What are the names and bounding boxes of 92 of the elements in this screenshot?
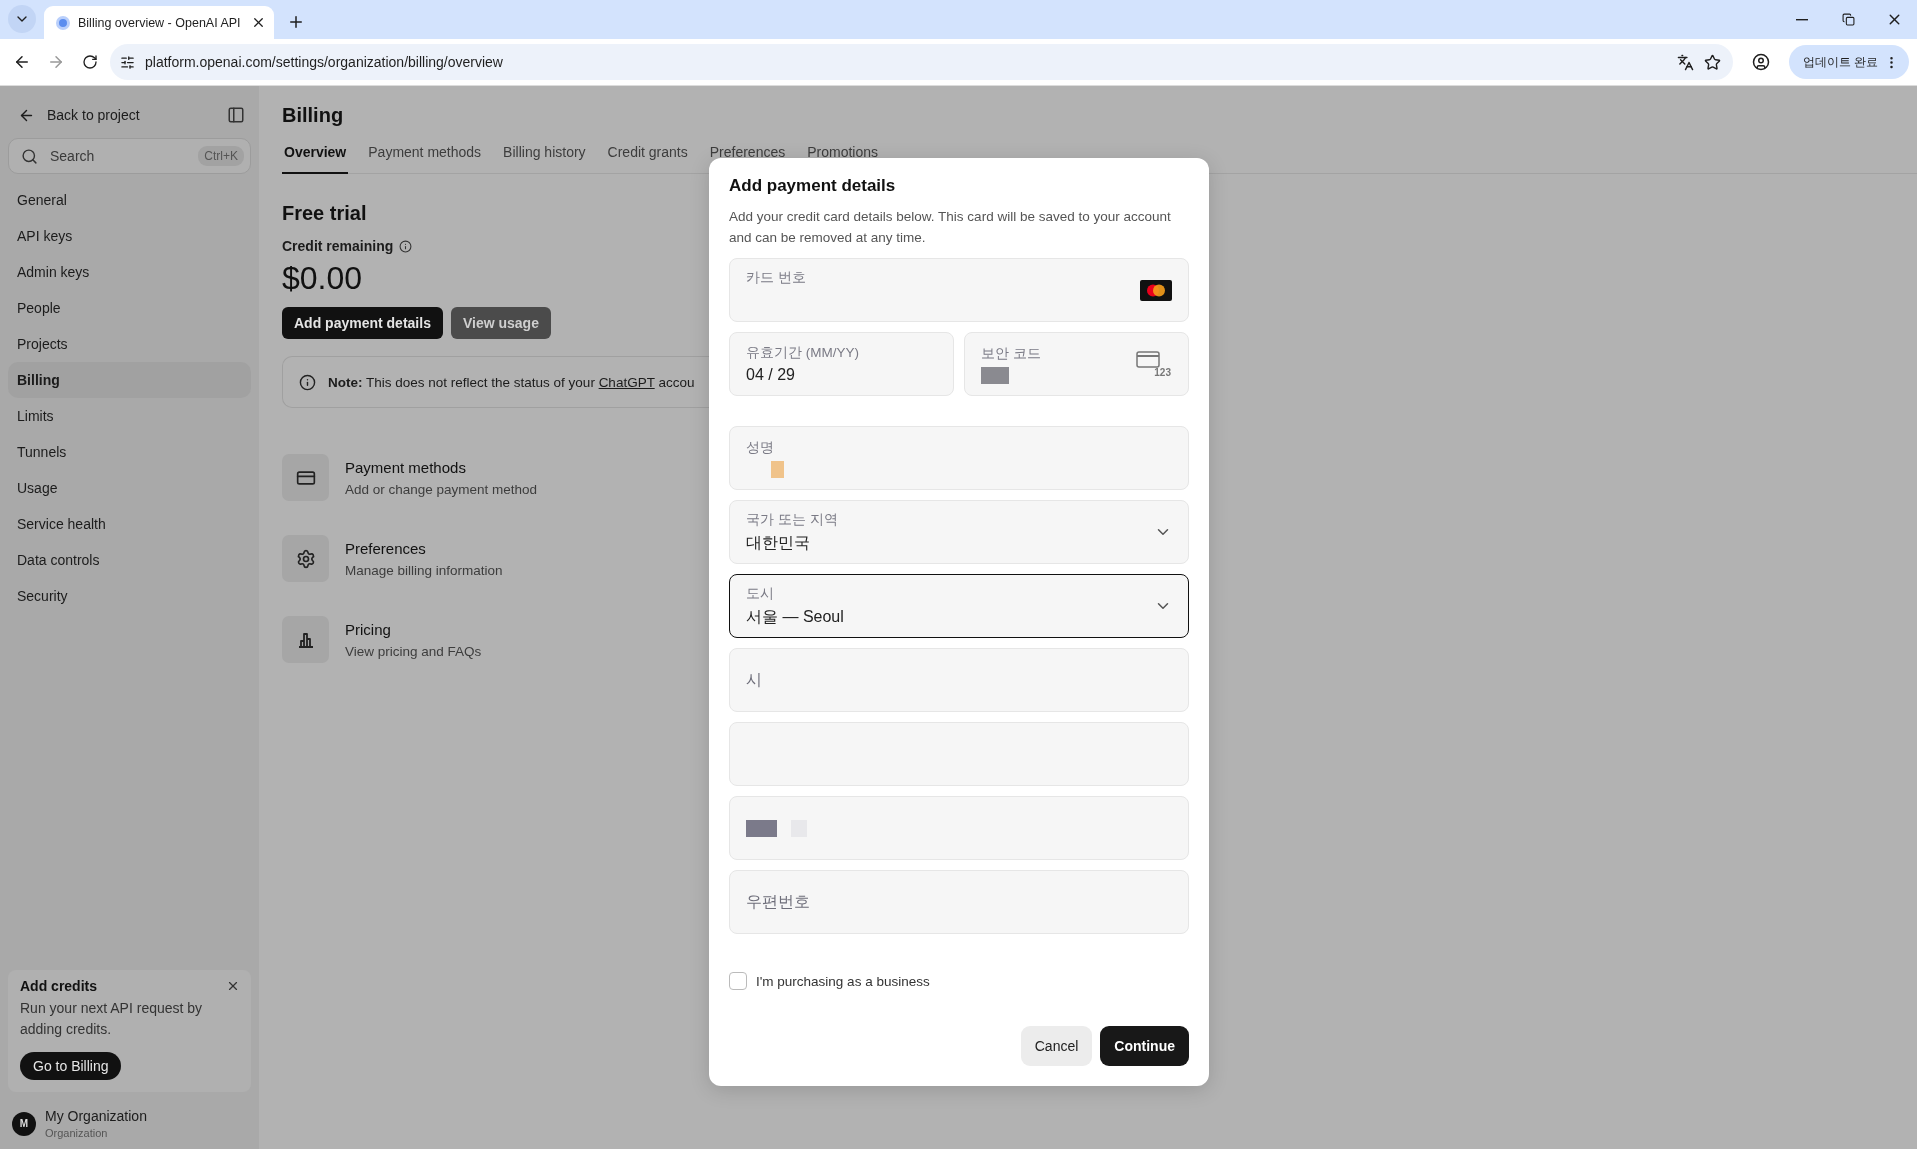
sidebar-item[interactable]: General [8, 182, 251, 218]
link-title[interactable]: Pricing [345, 620, 482, 638]
add-payment-button[interactable]: Add payment details [282, 307, 443, 339]
field-label: 도시 [746, 584, 774, 603]
input-field[interactable]: 시 [729, 648, 1189, 712]
icon-tile[interactable] [282, 454, 329, 501]
select-field[interactable]: 도시 서울 — Seoul [729, 574, 1189, 638]
back-to-project-link[interactable]: Back to project [18, 106, 140, 124]
sidebar-item[interactable]: Tunnels [8, 434, 251, 470]
tab-list-button[interactable] [8, 5, 36, 33]
select-field[interactable]: 국가 또는 지역 대한민국 [729, 500, 1189, 564]
translate-icon[interactable] [1676, 53, 1694, 71]
redacted-block [981, 366, 1009, 384]
dialog-description: Add your credit card details below. This card will be saved to your account and can be removed at any time. [729, 208, 1172, 247]
checkbox-label[interactable]: I'm purchasing as a business [756, 973, 930, 989]
sidebar-item[interactable]: People [8, 290, 251, 326]
redacted-block [771, 460, 784, 478]
field-value: 04 / 29 [746, 366, 795, 384]
link-title[interactable]: Payment methods [345, 458, 538, 476]
sidebar-item[interactable]: Limits [8, 398, 251, 434]
cancel-button[interactable]: Cancel [1020, 1026, 1093, 1066]
expiry-field[interactable]: 유효기간 (MM/YY) 04 / 29 [729, 332, 954, 396]
link-subtitle: Manage billing information [345, 562, 503, 578]
view-usage-button[interactable]: View usage [450, 307, 551, 339]
sidebar-item[interactable]: API keys [8, 218, 251, 254]
reload-icon [82, 54, 98, 70]
field-value: 대한민국 [746, 532, 810, 553]
link-subtitle: Add or change payment method [345, 481, 538, 497]
info-icon[interactable] [399, 239, 413, 253]
input-field[interactable]: 우편번호 [729, 870, 1189, 934]
update-button[interactable]: 업데이트 완료 [1788, 45, 1909, 79]
close-icon[interactable] [251, 15, 266, 30]
field-label: 국가 또는 지역 [746, 510, 838, 529]
checkbox[interactable] [729, 972, 747, 990]
bookmark-star-icon[interactable] [1703, 53, 1721, 71]
note-text: Note: This does not reflect the status of your ChatGPT accou [328, 374, 695, 390]
shortcut-hint: Ctrl+K [198, 146, 244, 166]
icon-tile[interactable] [282, 616, 329, 663]
search-icon [21, 147, 38, 165]
go-to-billing-button[interactable]: Go to Billing [20, 1052, 122, 1080]
browser-tab[interactable]: Billing overview - OpenAI API [44, 6, 274, 39]
credit-amount: $0.00 [282, 260, 363, 297]
search-field[interactable]: Search [48, 147, 189, 165]
minimize-icon [1796, 18, 1808, 21]
card-number-field[interactable]: 카드 번호 [729, 258, 1189, 322]
restore-icon [1841, 13, 1855, 26]
chatgpt-link[interactable]: ChatGPT [598, 374, 655, 390]
page-title: Billing [282, 104, 344, 127]
sidebar-item[interactable]: Data controls [8, 542, 251, 578]
site-icon [56, 15, 70, 30]
sidebar-item[interactable]: Service health [8, 506, 251, 542]
plus-icon [287, 13, 305, 31]
sidebar-item[interactable]: Billing [8, 362, 251, 398]
info-icon [299, 373, 316, 391]
card-title: Add credits [20, 978, 97, 994]
org-avatar: M [12, 1111, 36, 1136]
link-title[interactable]: Preferences [345, 539, 503, 557]
link-subtitle: View pricing and FAQs [345, 643, 482, 659]
icon-tile[interactable] [282, 535, 329, 582]
settings-icon [295, 548, 316, 569]
sidebar-toggle-icon[interactable] [227, 106, 245, 124]
security-code-field[interactable]: 보안 코드 123 [964, 332, 1189, 396]
sidebar-item[interactable]: Admin keys [8, 254, 251, 290]
name-field[interactable]: 성명 [729, 426, 1189, 490]
credit-label: Credit remaining [282, 238, 394, 254]
org-name[interactable]: My Organization [45, 1108, 147, 1124]
sidebar-item[interactable]: Security [8, 578, 251, 614]
sidebar-item[interactable]: Usage [8, 470, 251, 506]
redacted-block [746, 819, 777, 837]
input-field[interactable] [729, 796, 1189, 860]
input-field[interactable] [729, 722, 1189, 786]
close-icon [226, 979, 240, 993]
continue-button[interactable]: Continue [1100, 1026, 1189, 1066]
field-value: 서울 — Seoul [746, 606, 844, 627]
field-label: 보안 코드 [981, 344, 1041, 363]
sidebar-item[interactable]: Projects [8, 326, 251, 362]
field-label: 유효기간 (MM/YY) [746, 344, 859, 362]
org-role: Organization [45, 1127, 109, 1139]
section-title: Free trial [282, 202, 367, 225]
tab[interactable]: Overview [282, 144, 349, 174]
field-label: 성명 [746, 438, 774, 457]
card-text: Run your next API request by adding credits. [20, 999, 204, 1039]
field-label: 카드 번호 [746, 269, 806, 287]
tab[interactable]: Credit grants [605, 144, 690, 174]
dialog-title: Add payment details [729, 176, 897, 196]
profile-icon [1751, 53, 1770, 71]
tab[interactable]: Payment methods [366, 144, 484, 174]
tab[interactable]: Billing history [501, 144, 588, 174]
card-logo-icon [1140, 279, 1172, 301]
forward-arrow-icon [47, 53, 65, 71]
site-settings-icon [120, 54, 135, 70]
address-bar[interactable]: platform.openai.com/settings/organization/billing/overview [110, 44, 1733, 80]
